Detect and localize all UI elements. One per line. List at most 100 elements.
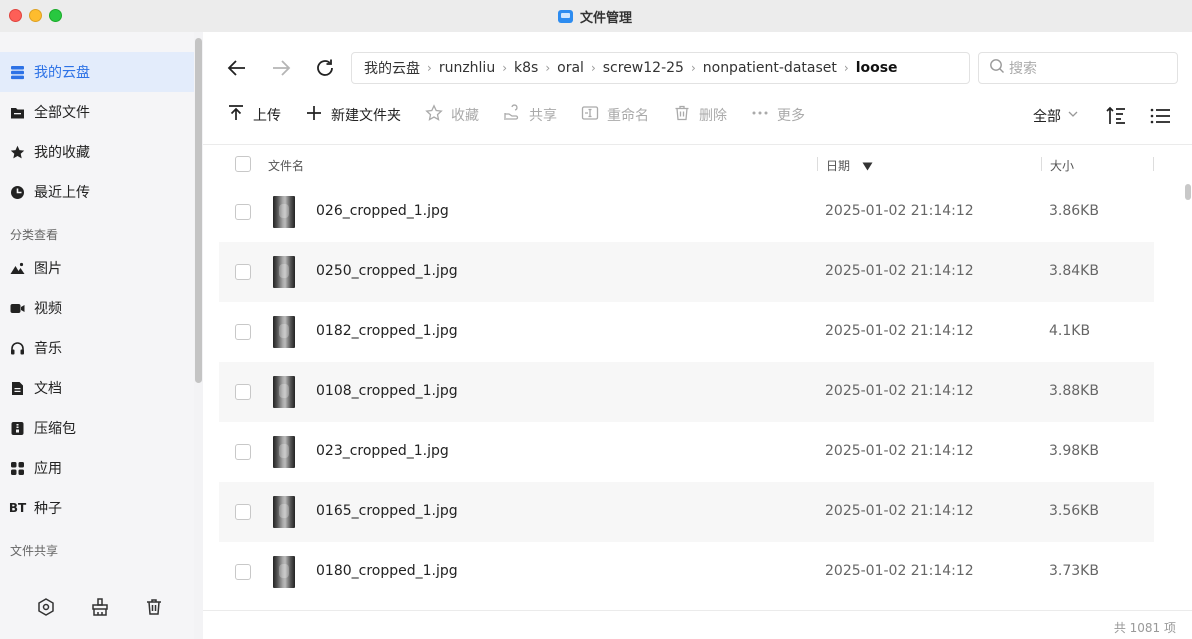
more-button[interactable]: 更多 (751, 104, 805, 126)
sidebar-item-all-files[interactable]: 全部文件 (0, 92, 194, 132)
table-row[interactable]: 0182_cropped_1.jpg 2025-01-02 21:14:12 4… (219, 302, 1154, 362)
sidebar-item-favorites[interactable]: 我的收藏 (0, 132, 194, 172)
share-button[interactable]: 共享 (503, 104, 557, 126)
file-size: 3.98KB (1049, 443, 1099, 459)
mountain-image-icon (10, 261, 25, 276)
minimize-window-button[interactable] (29, 9, 42, 22)
file-date: 2025-01-02 21:14:12 (825, 563, 974, 579)
chevron-right-icon: › (427, 61, 432, 75)
image-thumbnail (273, 196, 295, 228)
toolbar: 上传 新建文件夹 收藏 共享 重命名 删除 更多 (227, 102, 805, 128)
sidebar-scrollbar[interactable] (195, 38, 202, 383)
file-name[interactable]: 0182_cropped_1.jpg (316, 323, 458, 339)
close-window-button[interactable] (9, 9, 22, 22)
table-row[interactable]: 026_cropped_1.jpg 2025-01-02 21:14:12 3.… (219, 182, 1154, 242)
sidebar-item-archives[interactable]: 压缩包 (0, 408, 194, 448)
sidebar-item-documents[interactable]: 文档 (0, 368, 194, 408)
column-header-size[interactable]: 大小 (1050, 157, 1074, 174)
new-folder-button[interactable]: 新建文件夹 (305, 104, 401, 126)
breadcrumb-item[interactable]: 我的云盘 (364, 58, 420, 78)
sidebar-item-images[interactable]: 图片 (0, 248, 194, 288)
file-name[interactable]: 0250_cropped_1.jpg (316, 263, 458, 279)
row-checkbox[interactable] (235, 504, 251, 520)
select-all-checkbox[interactable] (235, 156, 251, 172)
file-name[interactable]: 0165_cropped_1.jpg (316, 503, 458, 519)
image-thumbnail (273, 376, 295, 408)
favorite-button[interactable]: 收藏 (425, 104, 479, 126)
column-header-name[interactable]: 文件名 (268, 157, 304, 174)
file-list-scrollbar[interactable] (1185, 184, 1191, 200)
table-row[interactable]: 0180_cropped_1.jpg 2025-01-02 21:14:12 3… (219, 542, 1154, 602)
file-name[interactable]: 026_cropped_1.jpg (316, 203, 449, 219)
column-divider[interactable] (817, 157, 818, 171)
star-outline-icon (425, 104, 443, 126)
row-checkbox[interactable] (235, 204, 251, 220)
file-name[interactable]: 023_cropped_1.jpg (316, 443, 449, 459)
row-checkbox[interactable] (235, 264, 251, 280)
sidebar-item-label: 文档 (34, 381, 62, 397)
chevron-down-icon (1067, 108, 1079, 124)
row-checkbox[interactable] (235, 384, 251, 400)
archive-icon (10, 421, 25, 436)
cleanup-brush-icon[interactable] (90, 597, 110, 617)
table-row[interactable]: 0165_cropped_1.jpg 2025-01-02 21:14:12 3… (219, 482, 1154, 542)
list-view-button[interactable] (1149, 106, 1171, 126)
forward-button[interactable] (269, 56, 293, 80)
sidebar-item-torrents[interactable]: BT 种子 (0, 488, 194, 528)
table-header: 文件名 日期 大小 (203, 144, 1192, 182)
share-hand-icon (503, 104, 521, 126)
sort-order-button[interactable] (1105, 106, 1127, 126)
apps-grid-icon (10, 461, 25, 476)
column-header-date[interactable]: 日期 (826, 157, 850, 174)
back-button[interactable] (225, 56, 249, 80)
sidebar-item-label: 最近上传 (34, 185, 90, 201)
video-camera-icon (10, 301, 25, 316)
breadcrumb-item[interactable]: screw12-25 (603, 60, 684, 76)
settings-hex-icon[interactable] (36, 597, 56, 617)
table-row[interactable]: 023_cropped_1.jpg 2025-01-02 21:14:12 3.… (219, 422, 1154, 482)
section-category-heading: 分类查看 (10, 228, 59, 242)
chevron-right-icon: › (590, 61, 596, 75)
sidebar-item-apps[interactable]: 应用 (0, 448, 194, 488)
sidebar-item-recent[interactable]: 最近上传 (0, 172, 194, 212)
breadcrumb-item[interactable]: nonpatient-dataset (703, 60, 837, 76)
refresh-button[interactable] (313, 56, 337, 80)
bt-icon: BT (8, 501, 27, 515)
new-folder-label: 新建文件夹 (331, 108, 401, 124)
rename-button[interactable]: 重命名 (581, 104, 649, 126)
maximize-window-button[interactable] (49, 9, 62, 22)
sidebar-item-music[interactable]: 音乐 (0, 328, 194, 368)
sidebar-item-label: 种子 (34, 501, 62, 517)
search-input[interactable] (1009, 60, 1169, 76)
sidebar-item-videos[interactable]: 视频 (0, 288, 194, 328)
filter-dropdown[interactable]: 全部 (1033, 106, 1079, 126)
breadcrumb-item[interactable]: k8s (514, 60, 538, 76)
upload-button[interactable]: 上传 (227, 104, 281, 126)
breadcrumb-item[interactable]: runzhliu (439, 60, 495, 76)
breadcrumb-item[interactable]: oral (557, 60, 584, 76)
image-thumbnail (273, 496, 295, 528)
more-label: 更多 (777, 108, 805, 124)
table-row[interactable]: 0250_cropped_1.jpg 2025-01-02 21:14:12 3… (219, 242, 1154, 302)
trash-icon[interactable] (144, 597, 164, 617)
column-divider[interactable] (1041, 157, 1042, 171)
file-size: 3.73KB (1049, 563, 1099, 579)
sidebar-item-label: 全部文件 (34, 105, 90, 121)
file-name[interactable]: 0108_cropped_1.jpg (316, 383, 458, 399)
upload-icon (227, 104, 245, 126)
row-checkbox[interactable] (235, 564, 251, 580)
sidebar-item-my-cloud[interactable]: 我的云盘 (0, 52, 194, 92)
breadcrumb-current[interactable]: loose (856, 60, 898, 76)
table-row[interactable]: 0108_cropped_1.jpg 2025-01-02 21:14:12 3… (219, 362, 1154, 422)
row-checkbox[interactable] (235, 444, 251, 460)
headphones-icon (10, 341, 25, 356)
item-count: 共 1081 项 (1113, 621, 1176, 635)
sort-desc-icon[interactable] (862, 159, 873, 175)
row-checkbox[interactable] (235, 324, 251, 340)
file-name[interactable]: 0180_cropped_1.jpg (316, 563, 458, 579)
delete-button[interactable]: 删除 (673, 104, 727, 126)
column-divider[interactable] (1153, 157, 1154, 171)
search-box[interactable] (978, 52, 1178, 84)
window-title: 文件管理 (558, 7, 632, 26)
sidebar-item-label: 我的云盘 (34, 65, 90, 81)
